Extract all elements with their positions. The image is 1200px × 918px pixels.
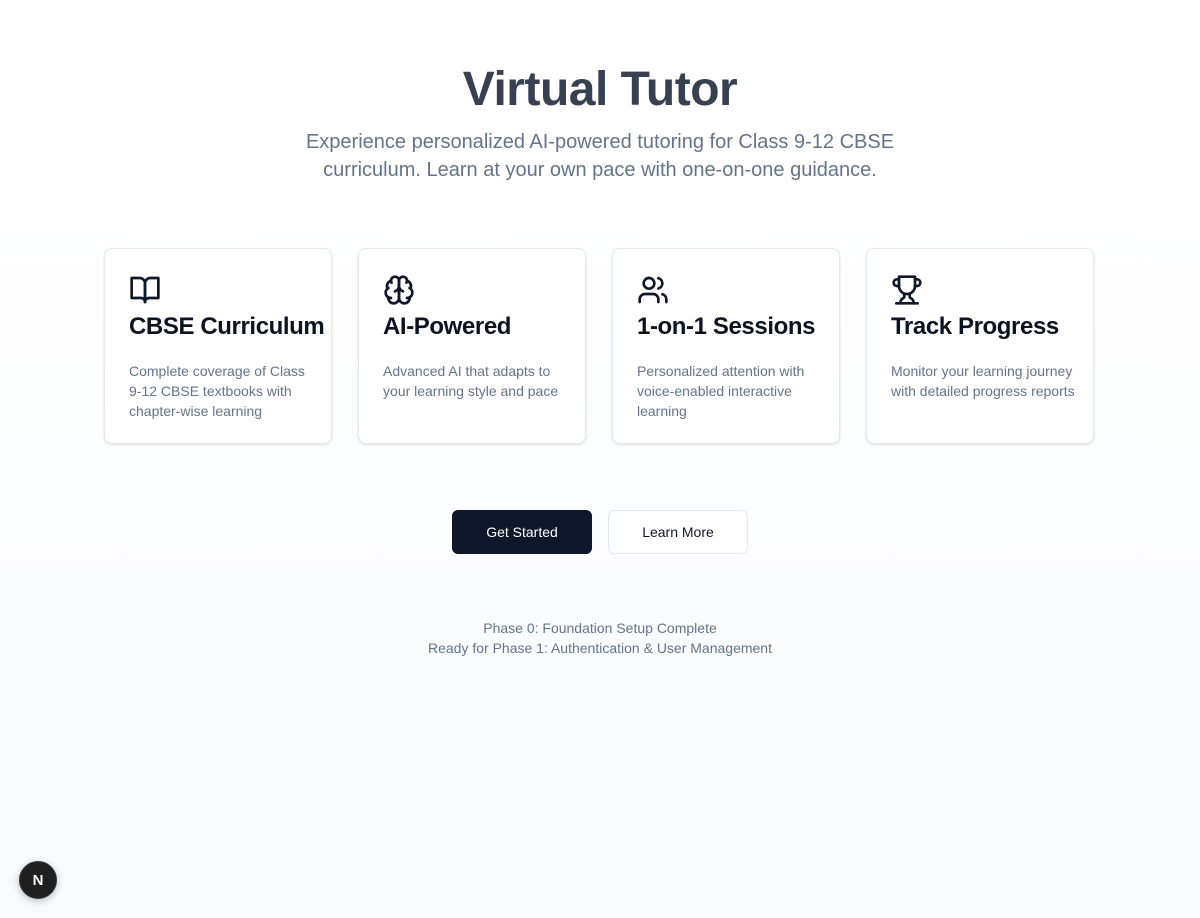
trophy-icon (891, 274, 923, 306)
page-subtitle: Experience personalized AI-powered tutor… (305, 131, 895, 181)
users-icon (637, 274, 669, 306)
brain-icon (383, 274, 415, 306)
status-line-phase-1: Ready for Phase 1: Authentication & User… (428, 640, 772, 656)
status-line-phase-0: Phase 0: Foundation Setup Complete (483, 620, 717, 636)
feature-description: Personalized attention with voice-enable… (637, 363, 805, 419)
feature-description: Monitor your learning journey with detai… (891, 363, 1075, 399)
feature-description: Complete coverage of Class 9-12 CBSE tex… (129, 363, 305, 419)
get-started-button[interactable]: Get Started (452, 510, 592, 554)
feature-card-track-progress: Track Progress Monitor your learning jou… (866, 248, 1094, 444)
feature-card-cbse-curriculum: CBSE Curriculum Complete coverage of Cla… (104, 248, 332, 444)
nextjs-logo-icon: N (32, 871, 44, 889)
feature-description: Advanced AI that adapts to your learning… (383, 363, 559, 399)
feature-card-sessions: 1-on-1 Sessions Personalized attention w… (612, 248, 840, 444)
feature-title: 1-on-1 Sessions (637, 313, 816, 340)
nextjs-dev-indicator-button[interactable]: N (19, 861, 57, 899)
feature-card-ai-powered: AI-Powered Advanced AI that adapts to yo… (358, 248, 586, 444)
feature-cards: CBSE Curriculum Complete coverage of Cla… (104, 248, 1096, 446)
feature-title: Track Progress (891, 313, 1059, 340)
feature-title: CBSE Curriculum (129, 313, 325, 340)
book-open-icon (129, 274, 161, 306)
learn-more-button[interactable]: Learn More (608, 510, 748, 554)
feature-title: AI-Powered (383, 313, 512, 340)
page-title: Virtual Tutor (462, 63, 738, 116)
